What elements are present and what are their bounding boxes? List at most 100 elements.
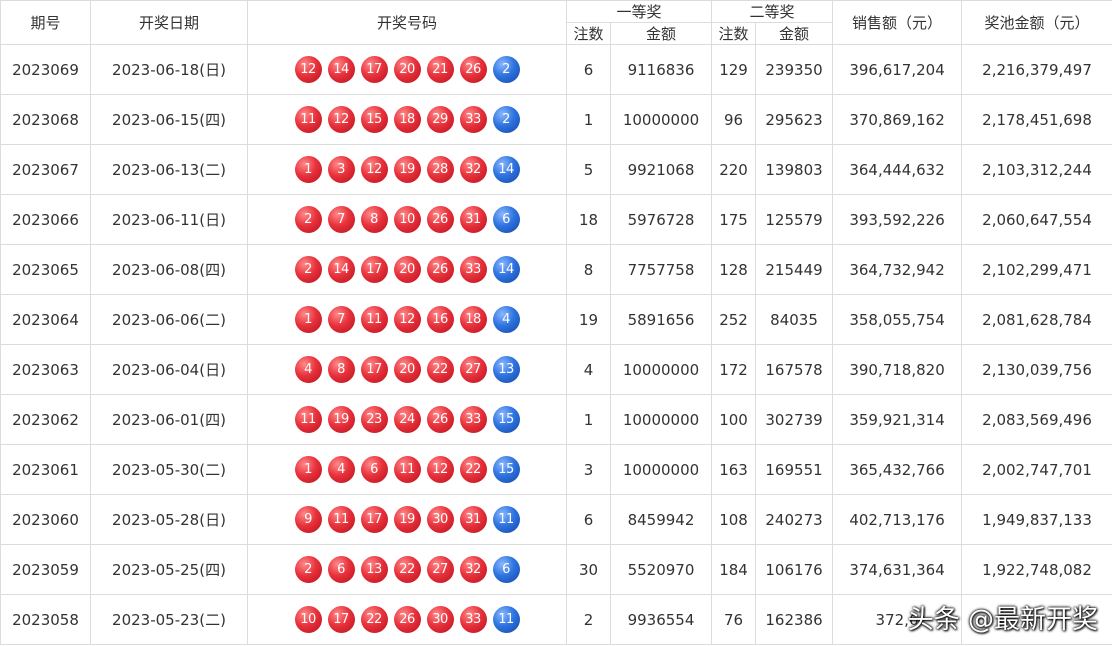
ball-group: 11 12 15 18 29 33 2 [249,106,566,133]
red-ball: 19 [327,406,355,433]
blue-ball: 14 [492,156,520,183]
sales-cell: 364,444,632 [832,144,963,195]
red-ball: 11 [294,106,322,133]
red-ball: 19 [393,506,421,533]
header-first-count: 注数 [566,22,611,45]
first-prize-amount-cell: 9116836 [609,44,713,95]
numbers-cell: 2 6 13 22 27 32 6 [247,544,567,595]
first-prize-amount-cell: 10000000 [609,344,713,395]
red-ball: 8 [360,206,388,233]
date-cell: 2023-06-04(日) [90,344,248,395]
red-ball: 10 [393,206,421,233]
date-cell: 2023-06-01(四) [90,394,248,445]
red-ball: 7 [327,306,355,333]
second-prize-amount-cell: 239350 [755,44,834,95]
second-prize-count-cell: 96 [711,94,757,145]
second-prize-count-cell: 76 [711,594,757,645]
date-cell: 2023-06-15(四) [90,94,248,145]
first-prize-amount-cell: 10000000 [609,444,713,495]
red-ball: 12 [393,306,421,333]
red-ball: 1 [294,306,322,333]
red-ball: 18 [393,106,421,133]
issue-cell: 2023059 [0,544,91,595]
lottery-results-table: 期号 开奖日期 开奖号码 一等奖 二等奖 销售额（元） 奖池金额（元） 注数 金… [0,0,1112,645]
red-ball: 17 [360,56,388,83]
first-prize-amount-cell: 10000000 [609,394,713,445]
first-prize-count-cell: 3 [566,444,611,495]
ball-group: 10 17 22 26 30 33 11 [249,606,566,633]
red-ball: 2 [294,206,322,233]
red-ball: 30 [426,506,454,533]
header-issue: 期号 [0,0,91,45]
sales-cell: 396,617,204 [832,44,963,95]
ball-group: 11 19 23 24 26 33 15 [249,406,566,433]
header-numbers: 开奖号码 [247,0,567,45]
red-ball: 20 [393,56,421,83]
blue-ball: 13 [492,356,520,383]
red-ball: 14 [327,256,355,283]
pool-cell: 2,083,569,496 [961,394,1112,445]
blue-ball: 11 [492,606,520,633]
red-ball: 15 [360,106,388,133]
issue-cell: 2023060 [0,494,91,545]
red-ball: 26 [426,406,454,433]
red-ball: 11 [327,506,355,533]
header-first-prize: 一等奖 [565,0,713,23]
red-ball: 2 [294,256,322,283]
second-prize-count-cell: 129 [711,44,757,95]
blue-ball: 14 [492,256,520,283]
table-row: 2023065 2023-06-08(四) 2 14 17 20 26 33 14 8 775775… [0,244,1112,295]
blue-ball: 11 [492,506,520,533]
red-ball: 17 [360,256,388,283]
numbers-cell: 10 17 22 26 30 33 11 [247,594,567,645]
ball-group: 1 4 6 11 12 22 15 [249,456,566,483]
date-cell: 2023-06-06(二) [90,294,248,345]
blue-ball: 15 [492,406,520,433]
ball-group: 1 3 12 19 28 32 14 [249,156,566,183]
date-cell: 2023-05-28(日) [90,494,248,545]
blue-ball: 6 [492,556,520,583]
date-cell: 2023-05-23(二) [90,594,248,645]
first-prize-count-cell: 30 [566,544,611,595]
pool-cell: 2,102,299,471 [961,244,1112,295]
first-prize-amount-cell: 8459942 [609,494,713,545]
first-prize-amount-cell: 9921068 [609,144,713,195]
red-ball: 17 [360,356,388,383]
red-ball: 12 [327,106,355,133]
second-prize-amount-cell: 139803 [755,144,834,195]
pool-cell: 2,130,039,756 [961,344,1112,395]
red-ball: 29 [426,106,454,133]
header-date: 开奖日期 [90,0,248,45]
numbers-cell: 2 7 8 10 26 31 6 [247,194,567,245]
red-ball: 1 [294,456,322,483]
header-sales: 销售额（元） [832,0,963,45]
table-row: 2023061 2023-05-30(二) 1 4 6 11 12 22 15 3 10000000… [0,444,1112,495]
second-prize-count-cell: 163 [711,444,757,495]
sales-cell: 393,592,226 [832,194,963,245]
red-ball: 6 [327,556,355,583]
blue-ball: 15 [492,456,520,483]
first-prize-count-cell: 1 [566,394,611,445]
sales-cell: 365,432,766 [832,444,963,495]
red-ball: 31 [459,206,487,233]
red-ball: 9 [294,506,322,533]
second-prize-count-cell: 252 [711,294,757,345]
second-prize-count-cell: 175 [711,194,757,245]
pool-cell: 2,060,647,554 [961,194,1112,245]
numbers-cell: 4 8 17 20 22 27 13 [247,344,567,395]
red-ball: 4 [327,456,355,483]
red-ball: 22 [459,456,487,483]
numbers-cell: 1 3 12 19 28 32 14 [247,144,567,195]
first-prize-amount-cell: 5520970 [609,544,713,595]
table-row: 2023059 2023-05-25(四) 2 6 13 22 27 32 6 30 5520970… [0,544,1112,595]
numbers-cell: 1 4 6 11 12 22 15 [247,444,567,495]
second-prize-count-cell: 128 [711,244,757,295]
numbers-cell: 9 11 17 19 30 31 11 [247,494,567,545]
red-ball: 13 [360,556,388,583]
red-ball: 12 [294,56,322,83]
sales-cell: 359,921,314 [832,394,963,445]
red-ball: 18 [459,306,487,333]
header-pool: 奖池金额（元） [961,0,1112,45]
red-ball: 1 [294,156,322,183]
table-row: 2023060 2023-05-28(日) 9 11 17 19 30 31 11 6 845994… [0,494,1112,545]
